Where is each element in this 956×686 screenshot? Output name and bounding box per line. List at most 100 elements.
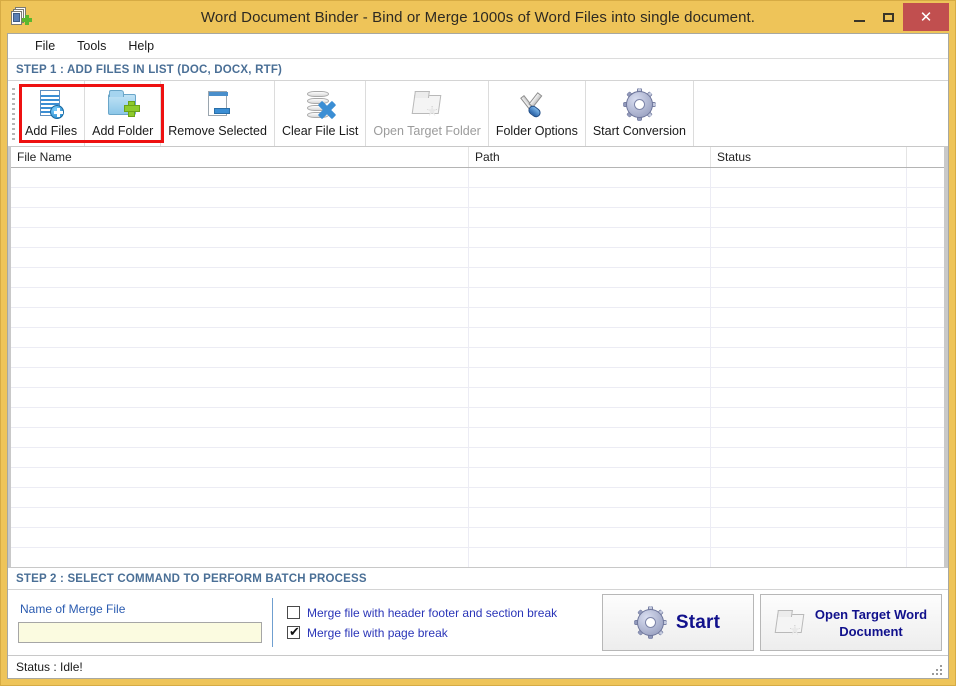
step1-header-label: STEP 1 : ADD FILES IN LIST (DOC, DOCX, R… (16, 63, 283, 76)
table-cell (711, 328, 907, 348)
table-row[interactable] (8, 508, 948, 528)
add-folder-label: Add Folder (92, 123, 154, 138)
table-row[interactable] (8, 548, 948, 567)
clear-file-list-label: Clear File List (281, 123, 359, 138)
table-row[interactable] (8, 288, 948, 308)
table-cell (907, 528, 948, 548)
menu-item-file[interactable]: File (24, 36, 66, 56)
merge-name-label: Name of Merge File (20, 602, 126, 616)
table-cell (907, 428, 948, 448)
toolbar: Add Files Add Folder Remove Selected Cle… (8, 81, 948, 147)
table-cell (711, 428, 907, 448)
table-row[interactable] (8, 348, 948, 368)
option-label-page-break: Merge file with page break (307, 625, 448, 640)
table-row[interactable] (8, 488, 948, 508)
table-cell (711, 528, 907, 548)
table-row[interactable] (8, 248, 948, 268)
table-cell (11, 528, 469, 548)
table-row[interactable] (8, 228, 948, 248)
table-cell (907, 168, 948, 188)
column-header-path[interactable]: Path (469, 147, 711, 167)
open-target-folder-button: Open Target Folder (366, 81, 489, 146)
table-row[interactable] (8, 368, 948, 388)
resize-grip-icon[interactable] (932, 663, 944, 675)
column-header-extra[interactable] (907, 147, 948, 167)
open-target-line1: Open Target Word (814, 606, 928, 622)
grid-body[interactable] (8, 168, 948, 567)
menu-item-help[interactable]: Help (117, 36, 165, 56)
clear-file-list-button[interactable]: Clear File List (275, 81, 367, 146)
table-cell (11, 348, 469, 368)
start-button[interactable]: Start (602, 594, 754, 651)
table-row[interactable] (8, 428, 948, 448)
remove-selected-icon (201, 88, 235, 122)
add-files-button[interactable]: Add Files (18, 81, 86, 146)
table-cell (11, 468, 469, 488)
close-icon: ✕ (919, 9, 933, 26)
file-list-grid[interactable]: File Name Path Status (8, 147, 948, 568)
menu-item-tools[interactable]: Tools (66, 36, 117, 56)
minimize-button[interactable] (845, 3, 874, 31)
options-separator (272, 598, 273, 647)
option-page-break[interactable]: Merge file with page break (287, 624, 602, 640)
status-bar: Status : Idle! (8, 656, 948, 678)
table-cell (907, 248, 948, 268)
step2-panel: Name of Merge File Merge file with heade… (8, 590, 948, 656)
column-header-status[interactable]: Status (711, 147, 907, 167)
step2-header: STEP 2 : SELECT COMMAND TO PERFORM BATCH… (8, 568, 948, 590)
table-row[interactable] (8, 528, 948, 548)
grid-right-edge (944, 147, 948, 567)
maximize-icon (883, 12, 894, 22)
start-conversion-button[interactable]: Start Conversion (586, 81, 694, 146)
table-row[interactable] (8, 448, 948, 468)
open-target-word-document-label: Open Target Word Document (815, 606, 927, 640)
table-row[interactable] (8, 208, 948, 228)
table-row[interactable] (8, 268, 948, 288)
table-cell (469, 188, 711, 208)
table-row[interactable] (8, 328, 948, 348)
open-folder-icon (774, 608, 805, 638)
remove-selected-button[interactable]: Remove Selected (161, 81, 275, 146)
table-cell (907, 228, 948, 248)
table-cell (711, 208, 907, 228)
table-row[interactable] (8, 168, 948, 188)
table-cell (711, 508, 907, 528)
clear-file-list-icon (303, 88, 337, 122)
toolbar-filler (694, 81, 948, 146)
table-cell (907, 508, 948, 528)
table-cell (907, 308, 948, 328)
table-row[interactable] (8, 388, 948, 408)
table-cell (11, 388, 469, 408)
table-row[interactable] (8, 188, 948, 208)
window-title: Word Document Binder - Bind or Merge 100… (200, 8, 756, 26)
table-cell (469, 308, 711, 328)
table-cell (711, 188, 907, 208)
checkbox-page-break[interactable] (287, 624, 301, 639)
table-cell (711, 448, 907, 468)
table-row[interactable] (8, 308, 948, 328)
folder-options-button[interactable]: Folder Options (489, 81, 586, 146)
table-cell (711, 308, 907, 328)
checkbox-header-footer-section-break[interactable] (287, 606, 300, 619)
app-icon (11, 7, 33, 27)
table-cell (11, 508, 469, 528)
option-header-footer-section-break[interactable]: Merge file with header footer and sectio… (287, 606, 602, 620)
table-cell (469, 228, 711, 248)
open-target-word-document-button[interactable]: Open Target Word Document (760, 594, 942, 651)
table-cell (907, 468, 948, 488)
table-cell (469, 168, 711, 188)
table-cell (11, 368, 469, 388)
maximize-button[interactable] (874, 3, 903, 31)
table-row[interactable] (8, 468, 948, 488)
add-folder-button[interactable]: Add Folder (85, 81, 162, 146)
table-cell (711, 228, 907, 248)
table-cell (469, 408, 711, 428)
table-cell (711, 368, 907, 388)
close-button[interactable]: ✕ (903, 3, 949, 31)
column-header-file-name[interactable]: File Name (11, 147, 469, 167)
table-row[interactable] (8, 408, 948, 428)
toolbar-drag-handle[interactable] (8, 81, 18, 146)
merge-name-input[interactable] (18, 622, 262, 643)
window-controls: ✕ (845, 3, 949, 31)
table-cell (469, 368, 711, 388)
